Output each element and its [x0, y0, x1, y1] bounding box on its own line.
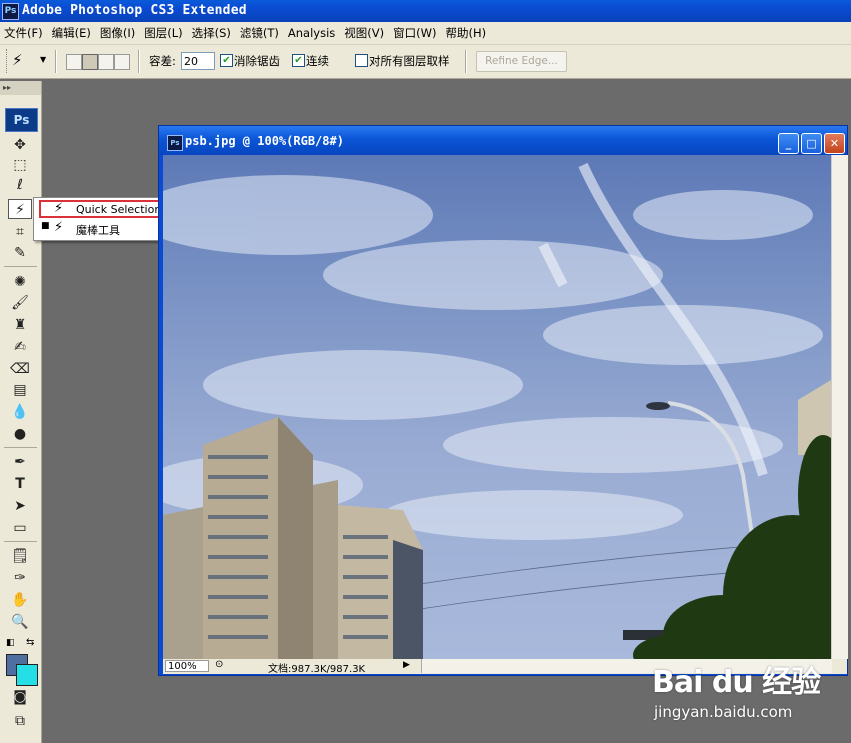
history-brush-tool-icon[interactable]: ✍: [8, 337, 32, 357]
menu-image[interactable]: 图像(I): [96, 25, 140, 41]
sample-all-layers-checkbox[interactable]: [355, 54, 368, 67]
options-divider: [55, 50, 57, 73]
refine-edge-button[interactable]: Refine Edge...: [476, 51, 567, 72]
status-info-arrow-icon[interactable]: ▶: [403, 660, 410, 670]
document-title: psb.jpg @ 100%(RGB/8#): [185, 134, 344, 148]
photoshop-app-icon: Ps: [2, 3, 19, 20]
menu-bar: 文件(F) 编辑(E) 图像(I) 图层(L) 选择(S) 滤镜(T) Anal…: [0, 22, 851, 45]
tools-panel-grip[interactable]: ▸▸: [0, 81, 41, 95]
menu-help[interactable]: 帮助(H): [441, 25, 491, 41]
contiguous-label: 连续: [306, 54, 329, 68]
marquee-tool-icon[interactable]: ⬚: [8, 155, 32, 175]
shape-tool-icon[interactable]: ▭: [8, 518, 32, 538]
app-title: Adobe Photoshop CS3 Extended: [22, 3, 247, 18]
eraser-tool-icon[interactable]: ⌫: [8, 359, 32, 379]
gradient-tool-icon[interactable]: ▤: [8, 380, 32, 400]
subtract-from-selection-button[interactable]: [98, 54, 114, 70]
menu-filter[interactable]: 滤镜(T): [236, 25, 284, 41]
tolerance-input[interactable]: [181, 52, 215, 70]
menu-analysis[interactable]: Analysis: [284, 26, 340, 40]
status-menu-icon[interactable]: ⊙: [215, 659, 223, 670]
screen-mode-icon[interactable]: ⧉: [8, 711, 32, 731]
menu-select[interactable]: 选择(S): [188, 25, 236, 41]
watermark-logo: Bai du 经验: [652, 665, 821, 700]
move-tool-icon[interactable]: ✥: [8, 135, 32, 155]
menu-layer[interactable]: 图层(L): [140, 25, 187, 41]
vertical-scrollbar[interactable]: [831, 155, 848, 659]
type-tool-icon[interactable]: T: [8, 474, 32, 494]
image-canvas[interactable]: [163, 155, 831, 659]
dodge-tool-icon[interactable]: ●: [8, 424, 32, 444]
antialias-checkbox[interactable]: ✔: [220, 54, 233, 67]
hand-tool-icon[interactable]: ✋: [8, 590, 32, 610]
background-color-swatch[interactable]: [16, 664, 38, 686]
maximize-button[interactable]: □: [801, 133, 822, 154]
options-divider: [465, 50, 467, 73]
baidu-jingyan-watermark: Bai du 经验 jingyan.baidu.com: [650, 655, 850, 743]
menu-edit[interactable]: 编辑(E): [48, 25, 96, 41]
options-divider: [138, 50, 140, 73]
blur-tool-icon[interactable]: 💧: [8, 402, 32, 422]
tools-divider: [4, 541, 37, 542]
slice-tool-icon[interactable]: ✎: [8, 243, 32, 263]
magic-wand-icon[interactable]: ⚡: [12, 51, 23, 69]
document-window: Ps psb.jpg @ 100%(RGB/8#) _ □ ✕ 100% ⊙ 文…: [158, 125, 848, 676]
flyout-item-label: 魔棒工具: [76, 224, 120, 237]
spot-healing-tool-icon[interactable]: ✺: [8, 272, 32, 292]
zoom-tool-icon[interactable]: 🔍: [8, 612, 32, 632]
tools-panel: ▸▸ Ps ✥ ⬚ ℓ ⚡ ⌗ ✎ ✺ 🖌 ♜ ✍ ⌫ ▤ 💧 ● ✒ T ➤ …: [0, 81, 42, 743]
notes-tool-icon[interactable]: 🗒: [8, 546, 32, 566]
tool-preset-dropdown-icon[interactable]: ▼: [40, 55, 46, 64]
selected-bullet-icon: ■: [41, 221, 50, 231]
tools-divider: [4, 266, 37, 267]
menu-file[interactable]: 文件(F): [0, 25, 48, 41]
default-colors-icon[interactable]: ◧: [6, 638, 15, 648]
menu-window[interactable]: 窗口(W): [389, 25, 441, 41]
options-grip[interactable]: [6, 49, 11, 73]
swap-colors-icon[interactable]: ⇆: [26, 637, 34, 648]
menu-view[interactable]: 视图(V): [340, 25, 389, 41]
document-icon: Ps: [167, 135, 183, 151]
pen-tool-icon[interactable]: ✒: [8, 452, 32, 472]
close-button[interactable]: ✕: [824, 133, 845, 154]
magic-wand-tool-icon[interactable]: ⚡: [8, 199, 32, 219]
path-selection-tool-icon[interactable]: ➤: [8, 496, 32, 516]
photoshop-logo[interactable]: Ps: [5, 108, 38, 132]
tools-divider: [4, 447, 37, 448]
app-title-bar: Ps Adobe Photoshop CS3 Extended: [0, 0, 851, 22]
add-to-selection-button[interactable]: [82, 54, 98, 70]
watermark-url: jingyan.baidu.com: [654, 703, 793, 721]
eyedropper-tool-icon[interactable]: ✑: [8, 568, 32, 588]
antialias-label: 消除锯齿: [234, 54, 280, 68]
zoom-level-field[interactable]: 100%: [165, 660, 209, 672]
photo-sky-buildings: [163, 162, 831, 659]
magic-wand-icon: ⚡: [54, 220, 64, 235]
crop-tool-icon[interactable]: ⌗: [8, 222, 32, 242]
brush-tool-icon[interactable]: 🖌: [8, 293, 32, 313]
tool-options-bar: ⚡ ▼ 容差: ✔ 消除锯齿 ✔ 连续 对所有图层取样 Refine Edge.…: [0, 45, 851, 79]
sample-all-layers-label: 对所有图层取样: [369, 54, 450, 68]
minimize-button[interactable]: _: [778, 133, 799, 154]
new-selection-button[interactable]: [66, 54, 82, 70]
quick-mask-icon[interactable]: ◙: [8, 687, 32, 707]
contiguous-checkbox[interactable]: ✔: [292, 54, 305, 67]
tolerance-label: 容差:: [149, 54, 176, 68]
intersect-selection-button[interactable]: [114, 54, 130, 70]
lasso-tool-icon[interactable]: ℓ: [8, 175, 32, 195]
document-info: 文档:987.3K/987.3K: [268, 664, 366, 675]
document-title-bar[interactable]: Ps psb.jpg @ 100%(RGB/8#) _ □ ✕: [159, 126, 847, 155]
clone-stamp-tool-icon[interactable]: ♜: [8, 315, 32, 335]
